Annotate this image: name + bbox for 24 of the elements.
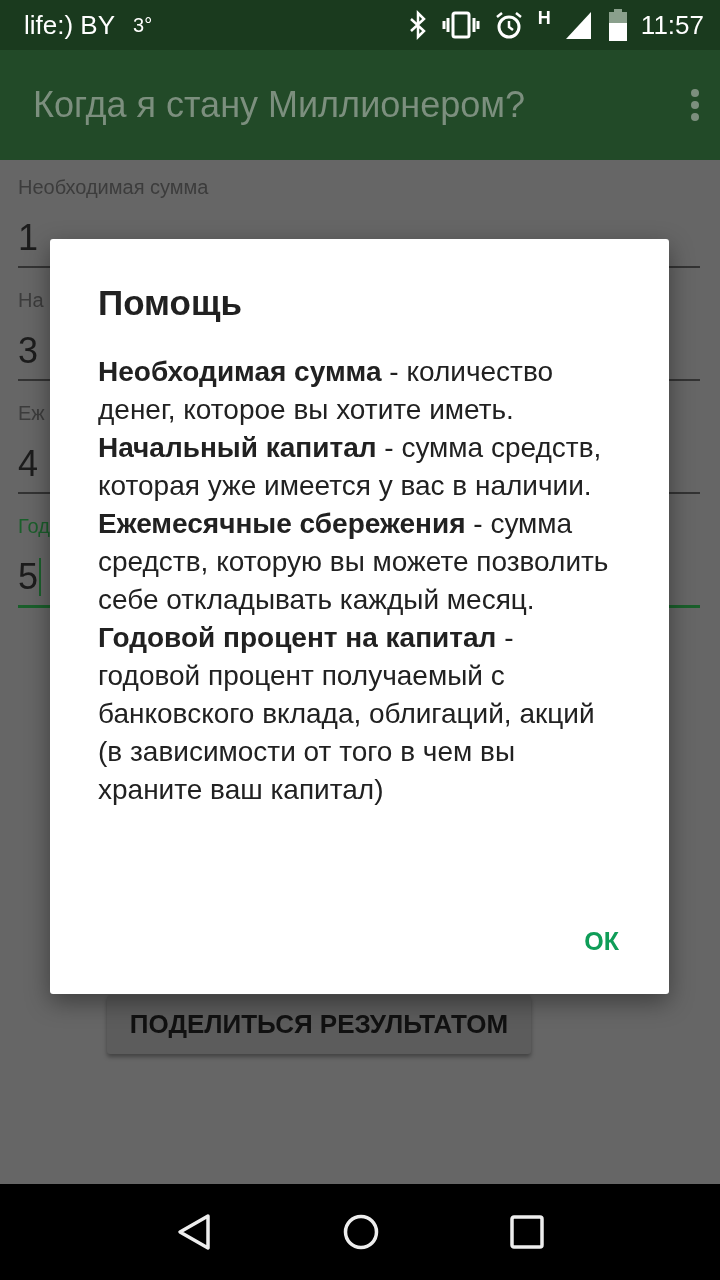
vibrate-icon: [441, 10, 480, 40]
input-field[interactable]: 3: [18, 331, 39, 371]
input-field[interactable]: 1: [18, 218, 39, 258]
help-text: Начальный капитал - сумма средств, которая уже имеется у вас в наличии.: [98, 431, 603, 503]
dialog-title: Помощь: [98, 283, 243, 323]
input-field[interactable]: 5: [18, 557, 39, 597]
field-label: Год: [18, 514, 50, 539]
ok-button[interactable]: ОК: [570, 919, 633, 964]
help-text: Годовой процент на капитал - годовой процент получаемый с банковского вклада, облигаций, акций (в зависимости от того в чем вы храните ваш капитал): [98, 621, 596, 807]
input-field[interactable]: 4: [18, 444, 39, 484]
temperature: 3°: [133, 13, 153, 37]
help-text: Ежемесячные сбережения - сумма средств, которую вы можете позволить себе откладывать каждый месяц.: [98, 507, 610, 617]
recents-icon[interactable]: [510, 1215, 545, 1249]
more-options-icon[interactable]: [690, 88, 700, 122]
network-type: H: [537, 8, 551, 29]
clock: 11:57: [640, 9, 704, 41]
home-icon[interactable]: [343, 1214, 379, 1250]
back-icon[interactable]: [175, 1213, 212, 1251]
help-text: Необходимая сумма - количество денег, которое вы хотите иметь.: [98, 355, 555, 427]
app-title: Когда я стану Миллионером?: [33, 84, 526, 126]
share-button[interactable]: ПОДЕЛИТЬСЯ РЕЗУЛЬТАТОМ: [107, 995, 531, 1054]
text-cursor: [39, 558, 42, 596]
carrier-name: life:) BY: [24, 9, 116, 41]
battery-icon: [608, 9, 627, 41]
